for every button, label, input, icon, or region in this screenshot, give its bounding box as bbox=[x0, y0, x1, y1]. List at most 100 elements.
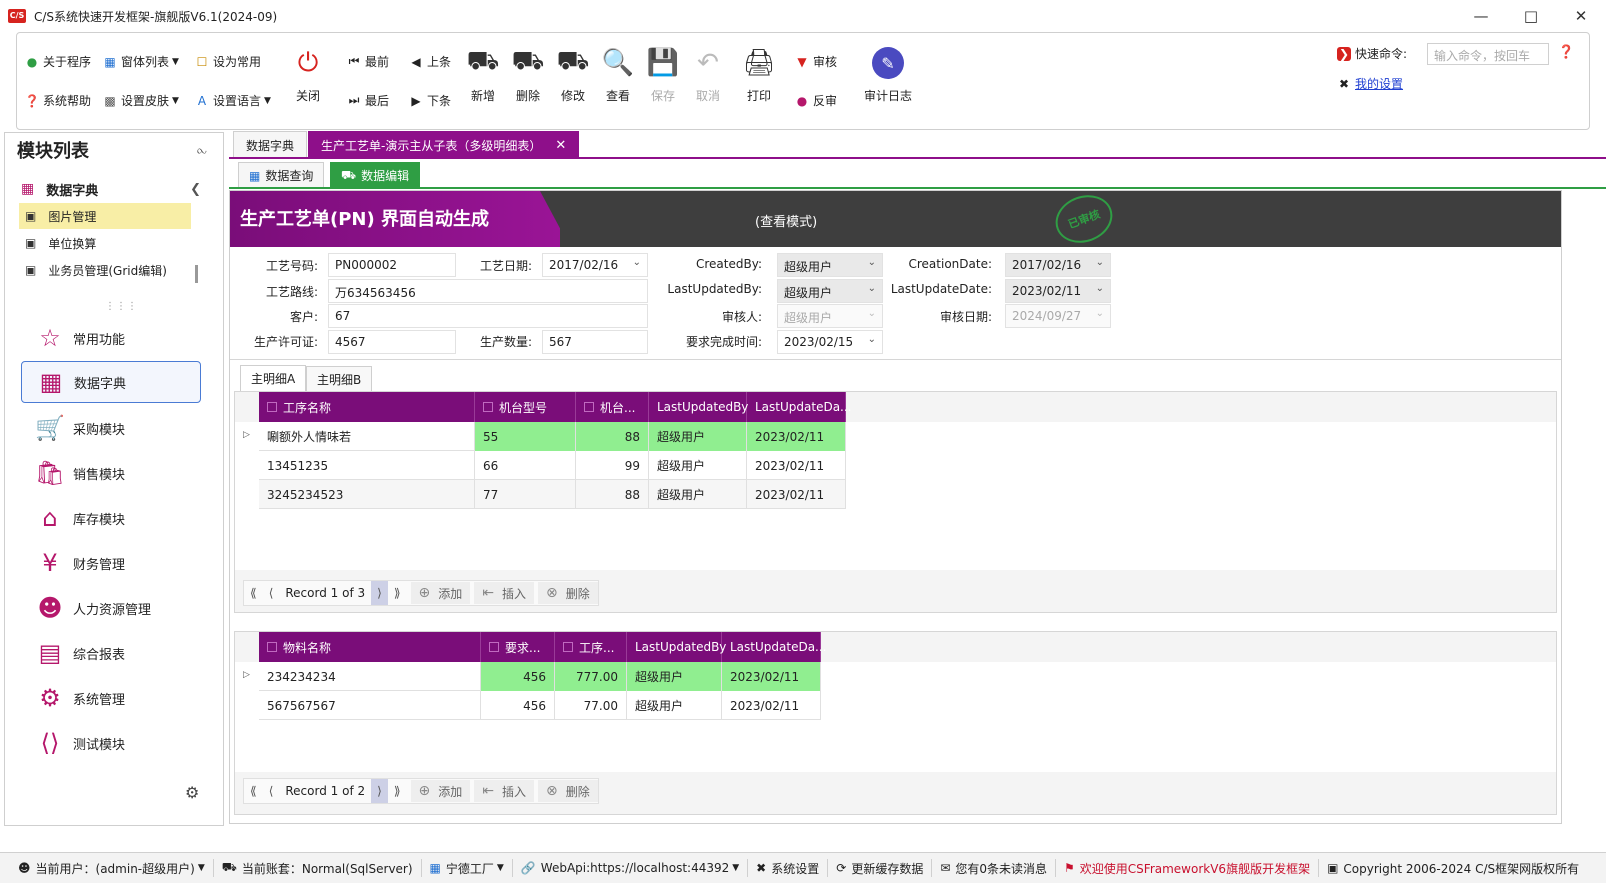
current-user[interactable]: ☻ 当前用户：(admin-超级用户) ▼ bbox=[10, 859, 214, 877]
nav-first-icon[interactable]: ⟪ bbox=[244, 779, 263, 803]
col-header[interactable]: LastUpdatedBy bbox=[627, 632, 726, 662]
module-inventory[interactable]: ⌂ 库存模块 bbox=[21, 497, 201, 539]
last-updated-by-field[interactable]: 超级用户 ⌄ bbox=[777, 279, 883, 303]
tab-data-query[interactable]: ▦ 数据查询 bbox=[238, 162, 325, 188]
add-button[interactable]: ⛟ 新增 bbox=[460, 45, 506, 104]
col-header[interactable]: 工序名称 bbox=[259, 392, 475, 422]
set-common-button[interactable]: ☐ 设为常用 bbox=[195, 53, 261, 70]
help-button[interactable]: ❓ 系统帮助 bbox=[25, 92, 91, 109]
chevron-down-icon[interactable]: ⌄ bbox=[868, 283, 876, 294]
col-header[interactable]: 机台... bbox=[576, 392, 649, 422]
grid-a-add-button[interactable]: ⊕ 添加 bbox=[410, 582, 471, 604]
grid-a-delete-button[interactable]: ⊗ 删除 bbox=[538, 582, 598, 604]
module-dictionary[interactable]: ▦ 数据字典 bbox=[21, 361, 201, 403]
maximize-button[interactable]: □ bbox=[1506, 0, 1556, 32]
chevron-down-icon[interactable]: ⌄ bbox=[868, 334, 876, 345]
system-settings-button[interactable]: ✖ 系统设置 bbox=[748, 859, 829, 877]
close-window-button[interactable]: ✕ bbox=[1556, 0, 1606, 32]
nav-prev-icon[interactable]: ⟨ bbox=[263, 779, 280, 803]
module-report[interactable]: ▤ 综合报表 bbox=[21, 632, 201, 674]
table-row[interactable]: 3245234523 77 88 超级用户 2023/02/11 bbox=[259, 480, 846, 509]
prev-record-button[interactable]: ◀ 上条 bbox=[409, 53, 451, 70]
table-row[interactable]: 567567567 456 77.00 超级用户 2023/02/11 bbox=[259, 691, 821, 720]
required-time-field[interactable]: 2023/02/15 ⌄ bbox=[777, 330, 883, 354]
minimize-button[interactable]: — bbox=[1456, 0, 1506, 32]
factory-selector[interactable]: ▦ 宁德工厂 ▼ bbox=[422, 859, 513, 877]
col-header[interactable]: 物料名称 bbox=[259, 632, 481, 662]
grid-a-insert-button[interactable]: ⇤ 插入 bbox=[474, 582, 534, 604]
last-record-button[interactable]: ⏭ 最后 bbox=[347, 92, 389, 109]
chevron-down-icon[interactable]: ⌄ bbox=[1096, 283, 1104, 294]
approver-field[interactable]: 超级用户 ⌄ bbox=[777, 304, 883, 328]
route-field[interactable]: 万634563456 bbox=[328, 279, 648, 303]
messages-button[interactable]: ✉ 您有0条未读消息 bbox=[932, 859, 1057, 877]
refresh-cache-button[interactable]: ⟳ 更新缓存数据 bbox=[828, 859, 933, 877]
save-button[interactable]: 💾 保存 bbox=[640, 45, 686, 104]
chevron-down-icon[interactable]: ⌄ bbox=[1096, 257, 1104, 268]
grid-b-insert-button[interactable]: ⇤ 插入 bbox=[474, 780, 534, 802]
chevron-down-icon[interactable]: ⌄ bbox=[633, 257, 641, 268]
doc-no-field[interactable]: PN000002 bbox=[328, 253, 456, 277]
chevron-down-icon[interactable]: ⌄ bbox=[868, 308, 876, 319]
chevron-down-icon[interactable]: ⌄ bbox=[1096, 308, 1104, 319]
module-purchase[interactable]: 🛒 采购模块 bbox=[21, 407, 201, 449]
table-row[interactable]: 234234234 456 777.00 超级用户 2023/02/11 bbox=[259, 662, 821, 691]
approve-button[interactable]: ▼ 审核 bbox=[795, 53, 837, 70]
creation-date-field[interactable]: 2017/02/16 ⌄ bbox=[1005, 253, 1111, 277]
qty-field[interactable]: 567 bbox=[542, 330, 648, 354]
table-row[interactable]: 唰额外人情味若 55 88 超级用户 2023/02/11 bbox=[259, 422, 846, 451]
window-list-button[interactable]: ▦ 窗体列表 ▼ bbox=[103, 53, 179, 70]
splitter-grip[interactable]: ⋮⋮⋮ bbox=[105, 301, 138, 312]
nav-last-icon[interactable]: ⟫ bbox=[388, 779, 407, 803]
license-field[interactable]: 4567 bbox=[328, 330, 456, 354]
module-hr[interactable]: ☻ 人力资源管理 bbox=[21, 587, 201, 629]
grid-b-add-button[interactable]: ⊕ 添加 bbox=[410, 780, 471, 802]
last-update-date-field[interactable]: 2023/02/11 ⌄ bbox=[1005, 279, 1111, 303]
help-circle-icon[interactable]: ❓ bbox=[1558, 45, 1574, 60]
collapse-chevron-icon[interactable]: ❮ bbox=[190, 182, 201, 197]
col-header[interactable]: 机台型号 bbox=[475, 392, 576, 422]
tab-detail-a[interactable]: 主明细A bbox=[240, 365, 307, 391]
col-header[interactable]: 要求... bbox=[481, 632, 555, 662]
print-button[interactable]: 🖨 打印 bbox=[736, 45, 782, 104]
pin-icon[interactable]: ⧜ bbox=[197, 143, 207, 158]
close-tab-icon[interactable]: ✕ bbox=[555, 138, 566, 153]
delete-button[interactable]: ⛟ 删除 bbox=[505, 45, 551, 104]
nav-item-unit[interactable]: ▣ 单位换算 bbox=[19, 230, 191, 256]
webapi-selector[interactable]: 🔗 WebApi:https://localhost:44392 ▼ bbox=[513, 859, 749, 877]
quick-command-input[interactable]: 输入命令，按回车 bbox=[1427, 43, 1549, 65]
tab-production-order[interactable]: 生产工艺单-演示主从子表（多级明细表） ✕ bbox=[308, 131, 580, 159]
module-test[interactable]: ⟨⟩ 测试模块 bbox=[21, 722, 201, 764]
table-row[interactable]: 13451235 66 99 超级用户 2023/02/11 bbox=[259, 451, 846, 480]
nav-next-icon[interactable]: ⟩ bbox=[371, 779, 388, 803]
module-sales[interactable]: 🛍 销售模块 bbox=[21, 452, 201, 494]
col-header[interactable]: LastUpdateDa... bbox=[722, 632, 827, 662]
col-header[interactable]: LastUpdatedBy bbox=[649, 392, 748, 422]
language-button[interactable]: A 设置语言 ▼ bbox=[195, 92, 271, 109]
created-by-field[interactable]: 超级用户 ⌄ bbox=[777, 253, 883, 277]
unapprove-button[interactable]: ● 反审 bbox=[795, 92, 837, 109]
gear-icon[interactable]: ⚙ bbox=[185, 783, 199, 802]
tab-data-edit[interactable]: ⛟ 数据编辑 bbox=[330, 162, 421, 188]
tab-data-dictionary[interactable]: 数据字典 bbox=[233, 131, 308, 159]
nav-item-salesman[interactable]: ▣ 业务员管理(Grid编辑) bbox=[19, 257, 191, 283]
section-header[interactable]: ▦ 数据字典 ❮ bbox=[21, 177, 211, 201]
about-button[interactable]: ● 关于程序 bbox=[25, 53, 91, 70]
nav-next-icon[interactable]: ⟩ bbox=[371, 581, 388, 605]
module-system[interactable]: ⚙ 系统管理 bbox=[21, 677, 201, 719]
col-header[interactable]: LastUpdateDa... bbox=[747, 392, 852, 422]
module-common[interactable]: ☆ 常用功能 bbox=[21, 317, 201, 359]
scroll-thumb[interactable] bbox=[195, 265, 198, 283]
close-form-button[interactable]: ⏻ 关闭 bbox=[285, 45, 331, 104]
nav-last-icon[interactable]: ⟫ bbox=[388, 581, 407, 605]
view-button[interactable]: 🔍 查看 bbox=[595, 45, 641, 104]
col-header[interactable]: 工序... bbox=[555, 632, 627, 662]
edit-button[interactable]: ⛟ 修改 bbox=[550, 45, 596, 104]
cancel-button[interactable]: ↶ 取消 bbox=[685, 45, 731, 104]
chevron-down-icon[interactable]: ⌄ bbox=[868, 257, 876, 268]
tab-detail-b[interactable]: 主明细B bbox=[306, 366, 373, 392]
doc-date-field[interactable]: 2017/02/16 ⌄ bbox=[542, 253, 648, 277]
grid-b-delete-button[interactable]: ⊗ 删除 bbox=[538, 780, 598, 802]
skin-button[interactable]: ▩ 设置皮肤 ▼ bbox=[103, 92, 179, 109]
module-finance[interactable]: ¥ 财务管理 bbox=[21, 542, 201, 584]
